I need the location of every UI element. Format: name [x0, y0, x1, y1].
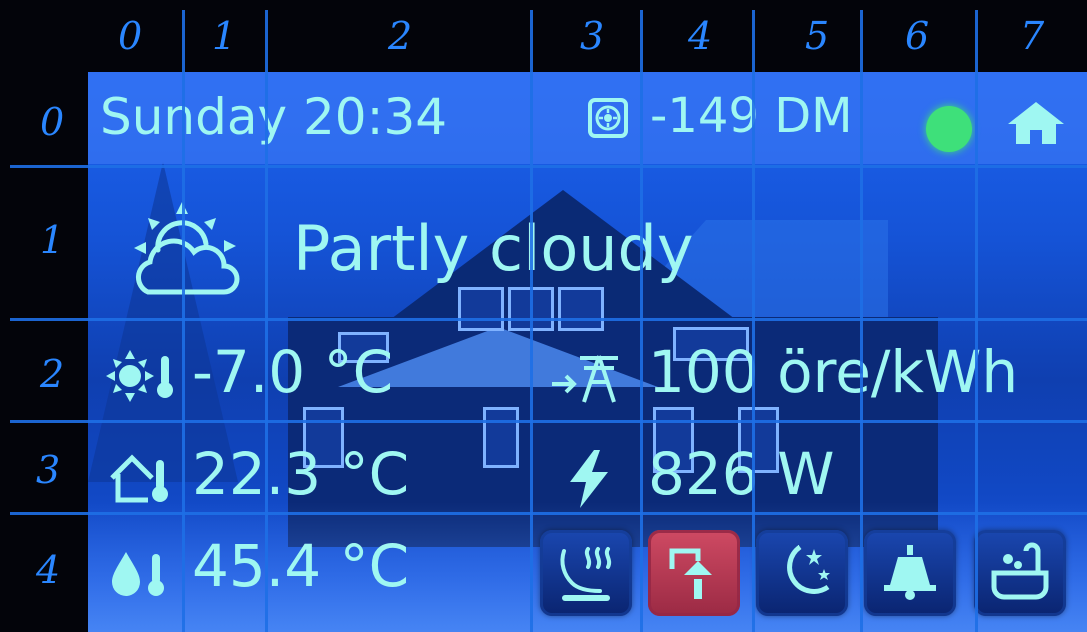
floor-heating-button[interactable] [540, 530, 632, 616]
grid-column-label: 0 [118, 14, 143, 58]
weather-condition: Partly cloudy [293, 212, 694, 285]
grid-column-label: 2 [388, 14, 413, 58]
power-usage: 826 W [648, 440, 835, 508]
grid-column-label: 4 [688, 14, 713, 58]
header-bar: Sunday 20:34 -149 DM [88, 72, 1087, 164]
partly-cloudy-icon [134, 202, 240, 295]
night-mode-button[interactable] [756, 530, 848, 616]
grid-column-label: 7 [1020, 14, 1045, 58]
night-mode-icon [787, 544, 830, 594]
lightning-icon [570, 450, 608, 508]
display-screen: Sunday 20:34 -149 DM Partly cloudy -7.0 … [88, 72, 1087, 632]
grid-line-vertical [530, 10, 533, 632]
water-temperature: 45.4 °C [192, 532, 410, 600]
grid-column-label: 5 [805, 14, 830, 58]
grid-line-vertical [975, 10, 978, 632]
home-icon[interactable] [1006, 100, 1066, 146]
floor-heating-icon [560, 547, 612, 601]
grid-line-vertical [182, 10, 185, 632]
coin-icon [588, 98, 628, 138]
grid-row-label: 3 [36, 448, 61, 492]
background-window [458, 287, 504, 331]
grid-line-horizontal [10, 420, 1087, 423]
outdoor-temperature-icon [106, 350, 173, 402]
grid-line-horizontal [10, 512, 1087, 515]
grid-line-vertical [860, 10, 863, 632]
grid-line-vertical [752, 10, 755, 632]
grid-line-vertical [265, 10, 268, 632]
bathtub-icon [991, 542, 1049, 600]
shower-icon [669, 548, 712, 599]
bell-icon [884, 545, 936, 600]
bell-button[interactable] [864, 530, 956, 616]
grid-line-vertical [640, 10, 643, 632]
grid-row-label: 2 [40, 352, 65, 396]
status-indicator [926, 106, 972, 152]
electricity-price: 100 öre/kWh [648, 338, 1019, 406]
grid-row-label: 0 [40, 100, 65, 144]
indoor-temperature: 22.3 °C [192, 440, 410, 508]
indoor-temperature-icon [110, 454, 168, 503]
grid-row-label: 4 [36, 548, 61, 592]
shower-button[interactable] [648, 530, 740, 616]
grid-column-label: 1 [212, 14, 237, 58]
bathtub-button[interactable] [974, 530, 1066, 616]
power-pylon-icon [552, 355, 618, 403]
day-time-label: Sunday 20:34 [100, 88, 448, 146]
water-temperature-icon [112, 552, 164, 596]
outdoor-temperature: -7.0 °C [192, 338, 394, 406]
grid-line-horizontal [10, 318, 1087, 321]
background-window [558, 287, 604, 331]
grid-line-horizontal [10, 165, 1087, 168]
grid-row-label: 1 [40, 218, 65, 262]
grid-column-label: 6 [905, 14, 930, 58]
grid-column-label: 3 [580, 14, 605, 58]
background-window [483, 407, 519, 468]
